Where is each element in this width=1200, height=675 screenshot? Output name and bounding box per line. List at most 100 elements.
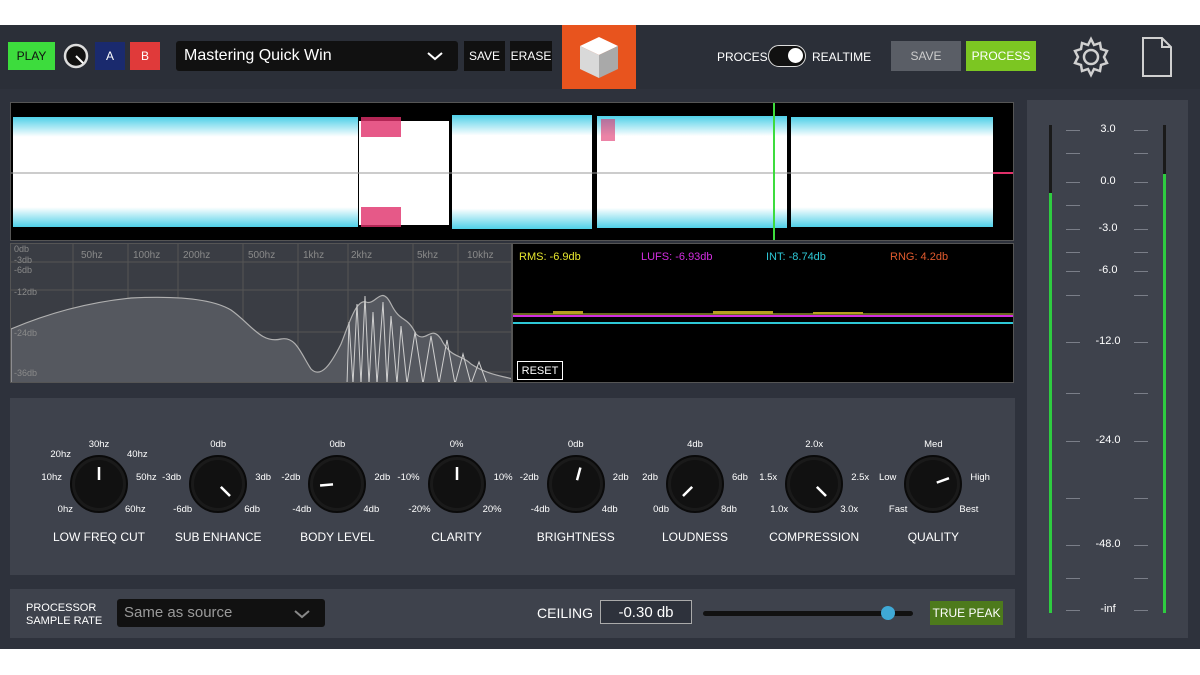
meter-scale-label: -6.0 <box>1098 264 1118 276</box>
knob-name: BODY LEVEL <box>300 530 375 544</box>
knob-name: BRIGHTNESS <box>536 530 615 544</box>
db-label-5: -36db <box>14 368 38 378</box>
mastering-app: PLAY A B Mastering Quick Win SAVE ERASE … <box>0 25 1200 649</box>
waveform-graphic <box>11 103 1013 240</box>
sample-rate-select[interactable]: Same as source <box>117 599 325 627</box>
a-button[interactable]: A <box>95 42 125 70</box>
meter-scale-label: 3.0 <box>1100 123 1116 135</box>
save-output-button[interactable]: SAVE <box>891 41 961 71</box>
knob-name: COMPRESSION <box>769 530 860 544</box>
meter-channel <box>1049 125 1052 613</box>
meter-tick <box>1134 498 1148 499</box>
chevron-down-icon <box>427 52 443 61</box>
knob-control: 30hz 20hz 40hz 10hz 50hz 0hz 60hz LOW FREQ CUT <box>34 434 164 564</box>
meter-tick <box>1134 130 1148 131</box>
knob-scale-label: 0db <box>210 439 227 450</box>
knob-name: SUB ENHANCE <box>174 530 262 544</box>
sample-rate-value: Same as source <box>124 604 233 621</box>
ceiling-slider-thumb[interactable] <box>880 606 895 620</box>
knob-scale-label: 2.0x <box>805 439 824 450</box>
freq-label-2: 200hz <box>183 250 211 261</box>
preset-name: Mastering Quick Win <box>184 47 332 64</box>
knob-scale-label: 2db <box>642 472 658 483</box>
sample-rate-label-1: PROCESSOR <box>26 602 97 614</box>
b-button[interactable]: B <box>130 42 160 70</box>
freq-label-4: 1khz <box>303 250 325 261</box>
knob-scale-label: Low <box>878 472 897 483</box>
process-mode-toggle[interactable] <box>768 45 806 67</box>
top-toolbar: PLAY A B Mastering Quick Win SAVE ERASE … <box>0 25 1200 89</box>
volume-knob[interactable] <box>62 42 90 70</box>
knob-control: Med Low High Fast Best QUALITY <box>868 434 998 564</box>
knob-control: 2.0x 1.5x 2.5x 1.0x 3.0x COMPRESSION <box>749 434 879 564</box>
knob-scale-label: 20hz <box>50 449 71 460</box>
meter-tick <box>1066 342 1080 343</box>
meter-tick <box>1134 182 1148 183</box>
meter-tick <box>1066 252 1080 253</box>
spectrum-grid <box>11 244 511 382</box>
meter-tick <box>1066 498 1080 499</box>
preset-select[interactable]: Mastering Quick Win <box>176 41 458 71</box>
loudness-graph <box>513 311 1013 324</box>
knob-scale-label: -6db <box>173 504 193 515</box>
knob-scale-label: -4db <box>292 504 312 515</box>
knob-scale-label: -10% <box>397 472 420 483</box>
meter-tick <box>1066 441 1080 442</box>
knob-scale-label: 1.0x <box>770 504 789 515</box>
knob-scale-label: 0hz <box>57 504 73 515</box>
knob-name: CLARITY <box>431 530 482 544</box>
cube-logo-icon <box>580 37 618 78</box>
erase-preset-button[interactable]: ERASE <box>510 41 552 71</box>
waveform-display[interactable] <box>10 102 1014 241</box>
knob-scale-label: -20% <box>408 504 431 515</box>
reset-button[interactable]: RESET <box>517 361 563 380</box>
ceiling-slider[interactable] <box>703 606 913 620</box>
meter-scale-label: -48.0 <box>1095 538 1121 550</box>
process-button[interactable]: PROCESS <box>966 41 1036 71</box>
meter-tick <box>1066 545 1080 546</box>
meter-tick <box>1134 271 1148 272</box>
ceiling-value-field[interactable]: -0.30 db <box>600 600 692 624</box>
process-toggle-right-label: REALTIME <box>812 50 872 64</box>
db-label-4: -24db <box>14 328 38 338</box>
meter-channel <box>1163 125 1166 613</box>
knob-scale-label: 0db <box>567 439 584 450</box>
meter-tick <box>1134 342 1148 343</box>
knob-scale-label: Fast <box>888 504 908 515</box>
meter-tick <box>1066 130 1080 131</box>
meter-tick <box>1066 229 1080 230</box>
knob-control: 0db -2db 2db -4db 4db BRIGHTNESS <box>511 434 641 564</box>
knob-scale-label: 0db <box>653 504 669 515</box>
save-preset-button[interactable]: SAVE <box>464 41 505 71</box>
meter-tick <box>1134 610 1148 611</box>
knob-control: 0% -10% 10% -20% 20% CLARITY <box>392 434 522 564</box>
spectrum-analyzer: 0db -3db -6db -12db -24db -36db 50hz 100… <box>10 243 512 383</box>
db-label-2: -6db <box>14 265 33 275</box>
document-icon[interactable] <box>1140 36 1174 78</box>
knob-scale-label: Best <box>959 504 979 515</box>
meter-tick <box>1066 271 1080 272</box>
db-label-1: -3db <box>14 255 33 265</box>
volume-knob-icon <box>63 43 89 69</box>
meter-scale-label: -12.0 <box>1095 335 1121 347</box>
meter-scale-label: -24.0 <box>1095 434 1121 446</box>
meter-tick <box>1066 393 1080 394</box>
meter-tick <box>1066 295 1080 296</box>
true-peak-button[interactable]: TRUE PEAK <box>930 601 1003 625</box>
knob-scale-label: 4db <box>687 439 703 450</box>
meter-tick <box>1134 393 1148 394</box>
freq-label-3: 500hz <box>248 250 276 261</box>
meter-tick <box>1134 295 1148 296</box>
ceiling-label: CEILING <box>537 605 594 621</box>
meter-level <box>1163 173 1166 613</box>
loudness-history: RMS: -6.9db LUFS: -6.93db INT: -8.74db R… <box>512 243 1014 383</box>
freq-label-6: 5khz <box>417 250 439 261</box>
freq-label-5: 2khz <box>351 250 373 261</box>
meter-tick <box>1066 153 1080 154</box>
knob-control: 4db 2db 6db 0db 8db LOUDNESS <box>630 434 760 564</box>
meter-level <box>1049 193 1052 613</box>
play-button[interactable]: PLAY <box>8 42 55 70</box>
gear-icon[interactable] <box>1070 36 1112 78</box>
meter-tick <box>1134 578 1148 579</box>
meter-tick <box>1066 610 1080 611</box>
